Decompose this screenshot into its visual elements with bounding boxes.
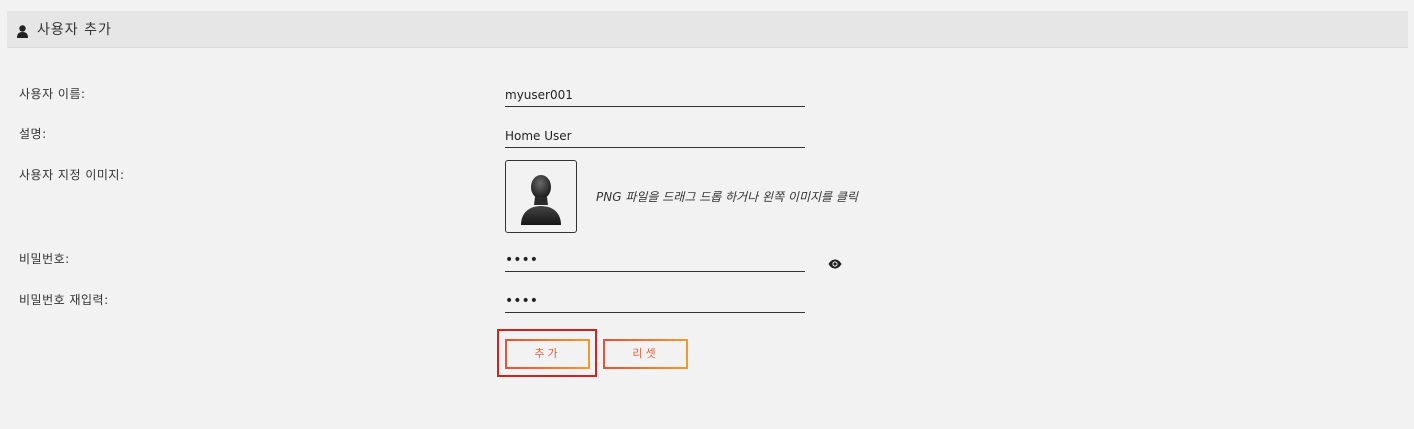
default-avatar-icon: [521, 175, 561, 225]
username-input[interactable]: myuser001: [505, 83, 805, 107]
panel-title: 사용자 추가: [37, 22, 112, 38]
password-confirm-input[interactable]: ••••: [505, 289, 805, 313]
eye-icon[interactable]: [828, 254, 842, 269]
user-icon: [17, 23, 28, 38]
password-confirm-label: 비밀번호 재입력:: [19, 293, 109, 307]
description-label: 설명:: [19, 127, 47, 141]
add-button[interactable]: 추가: [505, 339, 590, 369]
description-input[interactable]: Home User: [505, 124, 805, 148]
password-input[interactable]: ••••: [505, 248, 805, 272]
custom-image-label: 사용자 지정 이미지:: [19, 168, 125, 182]
reset-button[interactable]: 리셋: [603, 339, 688, 369]
panel-header: 사용자 추가: [7, 11, 1408, 48]
username-label: 사용자 이름:: [19, 87, 86, 101]
image-drop-hint: PNG 파일을 드래그 드롭 하거나 왼쪽 이미지를 클릭: [596, 190, 858, 204]
password-label: 비밀번호:: [19, 252, 70, 266]
custom-image-picker[interactable]: [505, 160, 577, 233]
